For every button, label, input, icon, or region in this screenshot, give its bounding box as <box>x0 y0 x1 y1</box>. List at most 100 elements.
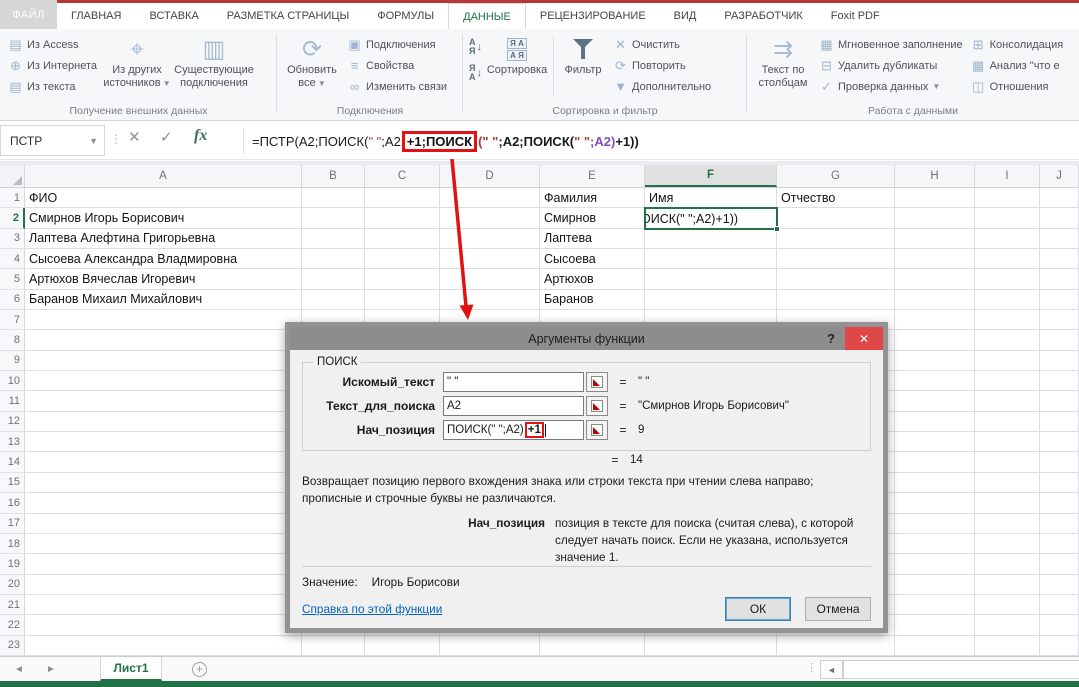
cell-H15[interactable] <box>895 473 975 493</box>
cell-H3[interactable] <box>895 229 975 249</box>
cell-C23[interactable] <box>365 636 440 656</box>
cell-D23[interactable] <box>440 636 540 656</box>
row-header-12[interactable]: 12 <box>0 412 25 432</box>
cancel-button[interactable]: Отмена <box>805 597 871 621</box>
fill-handle[interactable] <box>774 226 780 232</box>
cell-H12[interactable] <box>895 412 975 432</box>
cell-F3[interactable] <box>645 229 777 249</box>
cell-H10[interactable] <box>895 371 975 391</box>
cell-A2[interactable]: Смирнов Игорь Борисович <box>25 208 302 228</box>
ribbon-button[interactable]: Фильтр <box>557 32 609 100</box>
cell-B4[interactable] <box>302 249 365 269</box>
cell-I4[interactable] <box>975 249 1040 269</box>
cell-E2[interactable]: Смирнов <box>540 208 645 228</box>
cell-C4[interactable] <box>365 249 440 269</box>
cell-A17[interactable] <box>25 514 302 534</box>
ribbon-button[interactable]: ∞Изменить связи <box>343 76 451 97</box>
ribbon-button[interactable]: ▤Из Access <box>4 34 101 55</box>
cell-H4[interactable] <box>895 249 975 269</box>
cell-G6[interactable] <box>777 290 895 310</box>
cell-J4[interactable] <box>1040 249 1079 269</box>
active-cell-F2[interactable]: ОИСК(" ";A2)+1)) <box>644 207 778 229</box>
cell-I3[interactable] <box>975 229 1040 249</box>
insert-function-icon[interactable]: fx <box>194 127 207 145</box>
ribbon-button[interactable]: ▥Существующие подключения <box>173 32 255 100</box>
column-header-I[interactable]: I <box>975 165 1040 187</box>
ribbon-button[interactable]: ✕Очистить <box>609 34 715 55</box>
cell-J6[interactable] <box>1040 290 1079 310</box>
cell-D5[interactable] <box>440 269 540 289</box>
cell-I8[interactable] <box>975 330 1040 350</box>
sheet-nav-prev-icon[interactable]: ◄ <box>14 657 24 682</box>
column-header-G[interactable]: G <box>777 165 895 187</box>
cell-J15[interactable] <box>1040 473 1079 493</box>
cell-E5[interactable]: Артюхов <box>540 269 645 289</box>
add-sheet-icon[interactable]: + <box>192 662 207 677</box>
cell-E4[interactable]: Сысоева <box>540 249 645 269</box>
row-header-5[interactable]: 5 <box>0 269 25 289</box>
cell-H11[interactable] <box>895 391 975 411</box>
dialog-close-icon[interactable]: ✕ <box>845 327 883 350</box>
cell-B5[interactable] <box>302 269 365 289</box>
cell-J9[interactable] <box>1040 351 1079 371</box>
row-header-22[interactable]: 22 <box>0 615 25 635</box>
cell-E3[interactable]: Лаптева <box>540 229 645 249</box>
cell-I10[interactable] <box>975 371 1040 391</box>
tab-разметка-страницы[interactable]: РАЗМЕТКА СТРАНИЦЫ <box>213 3 363 29</box>
cell-G23[interactable] <box>777 636 895 656</box>
cell-J23[interactable] <box>1040 636 1079 656</box>
cell-I18[interactable] <box>975 534 1040 554</box>
tab-главная[interactable]: ГЛАВНАЯ <box>57 3 135 29</box>
cell-I15[interactable] <box>975 473 1040 493</box>
cell-A8[interactable] <box>25 330 302 350</box>
cell-F5[interactable] <box>645 269 777 289</box>
sheet-nav-next-icon[interactable]: ► <box>46 657 56 682</box>
cell-H5[interactable] <box>895 269 975 289</box>
cell-I23[interactable] <box>975 636 1040 656</box>
cell-I22[interactable] <box>975 615 1040 635</box>
cell-I11[interactable] <box>975 391 1040 411</box>
cell-F4[interactable] <box>645 249 777 269</box>
scrollbar-grip[interactable]: ⋮ <box>806 661 818 674</box>
cell-B23[interactable] <box>302 636 365 656</box>
cell-I21[interactable] <box>975 595 1040 615</box>
cell-F6[interactable] <box>645 290 777 310</box>
cell-I17[interactable] <box>975 514 1040 534</box>
ok-button[interactable]: ОК <box>725 597 791 621</box>
name-box-dropdown-icon[interactable]: ▼ <box>89 136 98 146</box>
ribbon-button[interactable]: ⊕Из Интернета <box>4 55 101 76</box>
row-header-2[interactable]: 2 <box>0 208 25 228</box>
cell-C1[interactable] <box>365 188 440 208</box>
cell-A23[interactable] <box>25 636 302 656</box>
row-header-21[interactable]: 21 <box>0 595 25 615</box>
cell-A19[interactable] <box>25 554 302 574</box>
cell-H6[interactable] <box>895 290 975 310</box>
cell-C2[interactable] <box>365 208 440 228</box>
tab-вид[interactable]: ВИД <box>660 3 711 29</box>
row-header-11[interactable]: 11 <box>0 391 25 411</box>
cell-I1[interactable] <box>975 188 1040 208</box>
column-header-A[interactable]: A <box>25 165 302 187</box>
row-header-20[interactable]: 20 <box>0 575 25 595</box>
cell-J16[interactable] <box>1040 493 1079 513</box>
ribbon-button[interactable]: ⟳Повторить <box>609 55 715 76</box>
cell-A5[interactable]: Артюхов Вячеслав Игоревич <box>25 269 302 289</box>
cell-J18[interactable] <box>1040 534 1079 554</box>
row-header-1[interactable]: 1 <box>0 188 25 208</box>
row-header-7[interactable]: 7 <box>0 310 25 330</box>
row-header-10[interactable]: 10 <box>0 371 25 391</box>
cell-D4[interactable] <box>440 249 540 269</box>
row-header-19[interactable]: 19 <box>0 554 25 574</box>
column-header-H[interactable]: H <box>895 165 975 187</box>
ribbon-button[interactable]: ⇉Текст по столбцам <box>751 32 815 100</box>
cell-H21[interactable] <box>895 595 975 615</box>
cell-J22[interactable] <box>1040 615 1079 635</box>
cell-J21[interactable] <box>1040 595 1079 615</box>
cell-E6[interactable]: Баранов <box>540 290 645 310</box>
ribbon-button[interactable]: ⊟Удалить дубликаты <box>815 55 967 76</box>
row-header-15[interactable]: 15 <box>0 473 25 493</box>
cell-A14[interactable] <box>25 452 302 472</box>
cell-J10[interactable] <box>1040 371 1079 391</box>
cell-H20[interactable] <box>895 575 975 595</box>
name-box[interactable]: ПСТР ▼ <box>0 125 105 156</box>
